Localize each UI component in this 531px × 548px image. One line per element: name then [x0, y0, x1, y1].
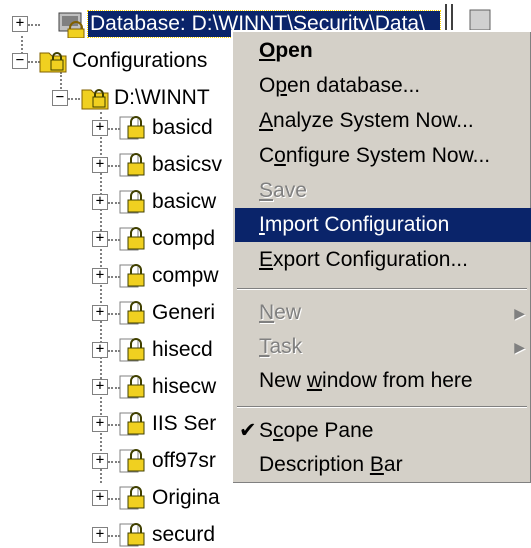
menu-item-configure-system[interactable]: Configure System Now... [235, 139, 531, 173]
collapse-button[interactable]: − [52, 90, 68, 106]
label-part: nalyze System Now... [273, 109, 474, 132]
check-icon: ✔ [239, 419, 257, 442]
folder-lock-icon [81, 89, 109, 110]
menu-item-export-configuration[interactable]: Export Configuration... [235, 243, 531, 277]
tree-item-template[interactable]: hisecd [150, 337, 215, 363]
tree-item-template[interactable]: compw [150, 263, 221, 289]
expand-button[interactable]: + [12, 16, 28, 32]
template-lock-icon [119, 227, 145, 251]
submenu-arrow-icon: ▶ [514, 339, 525, 355]
menu-item-new: New ▶ [235, 296, 531, 330]
template-lock-icon [119, 153, 145, 177]
tree-line [68, 98, 80, 100]
label-part: ew [274, 301, 302, 324]
label-accel: w [306, 369, 323, 392]
menu-separator [237, 288, 527, 290]
context-menu: Open Open database... Analyze System Now… [231, 30, 531, 483]
tree-item-template[interactable]: compd [150, 226, 217, 252]
expand-button[interactable]: + [92, 527, 108, 543]
tree-item-template[interactable]: securd [150, 522, 217, 548]
menu-item-save: Save [235, 174, 531, 208]
template-lock-icon [119, 338, 145, 362]
label-part: indow from here [322, 369, 473, 392]
label-part: Description [259, 453, 370, 476]
template-lock-icon [119, 375, 145, 399]
label-part: mport Configuration [264, 213, 450, 236]
label-accel: c [273, 419, 284, 442]
label-part: ar [383, 453, 403, 476]
tree-item-configurations[interactable]: Configurations [70, 48, 209, 74]
template-lock-icon [119, 449, 145, 473]
label-part: C [259, 144, 275, 167]
folder-lock-icon [39, 52, 67, 73]
template-lock-icon [119, 412, 145, 436]
expand-button[interactable]: + [92, 268, 108, 284]
template-lock-icon [119, 264, 145, 288]
label-accel: N [259, 301, 275, 324]
expand-button[interactable]: + [92, 120, 108, 136]
label-accel: B [369, 453, 384, 476]
label-part: S [259, 419, 274, 442]
label-part: nfigure System Now... [285, 144, 491, 167]
menu-item-scope-pane[interactable]: ✔ Scope Pane [235, 414, 531, 448]
label-accel: A [259, 109, 274, 132]
tree-item-template[interactable]: off97sr [150, 448, 218, 474]
label-accel: S [259, 179, 274, 202]
label-accel: E [259, 248, 274, 271]
label-part: xport Configuration... [273, 248, 468, 271]
expand-button[interactable]: + [92, 416, 108, 432]
template-lock-icon [119, 190, 145, 214]
tree-item-template[interactable]: Origina [150, 485, 222, 511]
template-lock-icon [119, 486, 145, 510]
tree-item-template[interactable]: IIS Ser [150, 411, 218, 437]
label-part: ope Pane [283, 419, 374, 442]
label-part: ask [269, 335, 303, 358]
label-accel: p [275, 74, 288, 97]
label-accel: o [274, 144, 286, 167]
label-accel: T [259, 335, 270, 358]
label-accel: O [259, 39, 276, 62]
label-part: New [259, 369, 307, 392]
tree-item-template[interactable]: basicw [150, 189, 218, 215]
expand-button[interactable]: + [92, 305, 108, 321]
template-lock-icon [119, 301, 145, 325]
menu-item-description-bar[interactable]: Description Bar [235, 448, 531, 482]
tree-item-template[interactable]: basicd [150, 115, 215, 141]
expand-button[interactable]: + [92, 342, 108, 358]
tree-item-template[interactable]: Generi [150, 300, 217, 326]
tree-line [28, 24, 40, 26]
template-lock-icon [119, 116, 145, 140]
menu-item-open-database[interactable]: Open database... [235, 69, 531, 103]
expand-button[interactable]: + [92, 157, 108, 173]
expand-button[interactable]: + [92, 194, 108, 210]
menu-item-new-window[interactable]: New window from here [235, 364, 531, 398]
label-part: O [259, 74, 276, 97]
tree-item-template[interactable]: hisecw [150, 374, 218, 400]
menu-item-task: Task ▶ [235, 330, 531, 364]
expand-button[interactable]: + [92, 453, 108, 469]
label-part: ave [273, 179, 307, 202]
menu-item-open[interactable]: Open [235, 34, 531, 68]
expand-button[interactable]: + [92, 490, 108, 506]
template-lock-icon [119, 523, 145, 547]
label-part: pen [275, 39, 313, 62]
tree-item-winnt-folder[interactable]: D:\WINNT [112, 85, 212, 111]
collapse-button[interactable]: − [12, 53, 28, 69]
submenu-arrow-icon: ▶ [514, 305, 525, 321]
menu-item-analyze-system[interactable]: Analyze System Now... [235, 104, 531, 138]
label-part: en database... [287, 74, 421, 97]
expand-button[interactable]: + [92, 379, 108, 395]
menu-item-import-configuration[interactable]: Import Configuration [235, 208, 531, 242]
menu-separator [237, 406, 527, 408]
expand-button[interactable]: + [92, 231, 108, 247]
tree-item-template[interactable]: basicsv [150, 152, 224, 178]
database-icon [58, 12, 85, 38]
